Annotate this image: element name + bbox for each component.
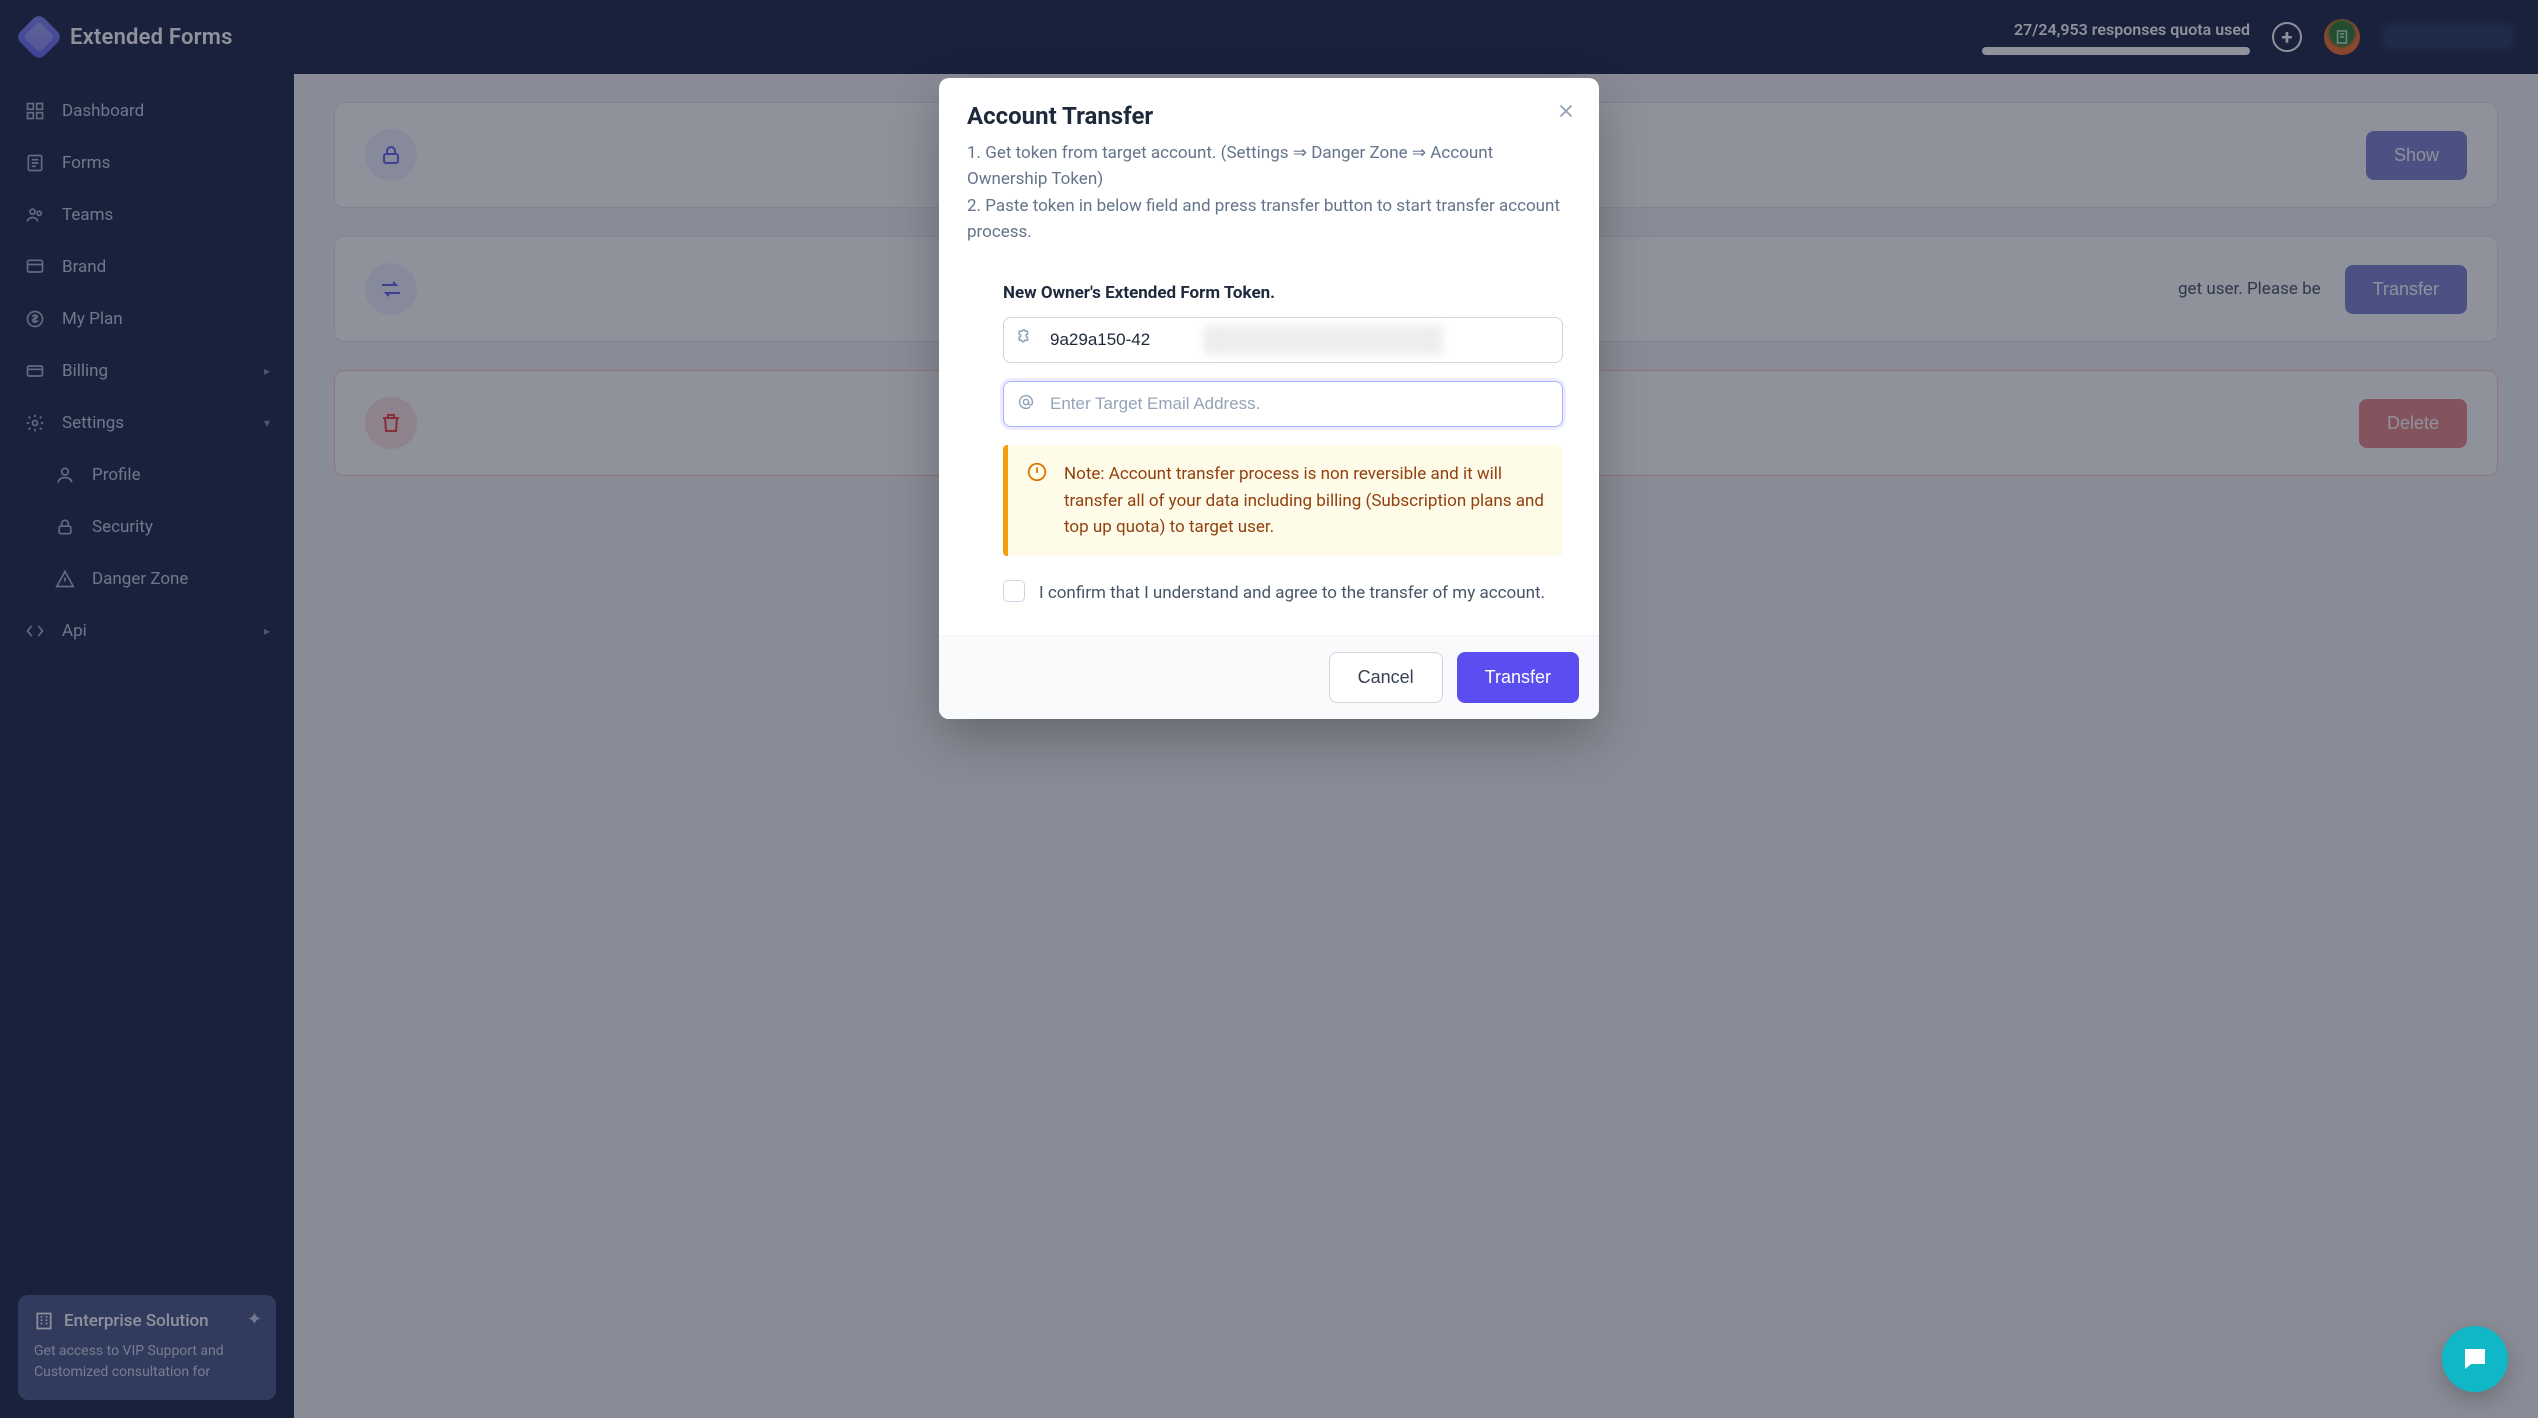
token-input[interactable] xyxy=(1003,317,1563,363)
token-field-label: New Owner's Extended Form Token. xyxy=(1003,283,1563,303)
modal-description: 1. Get token from target account. (Setti… xyxy=(967,140,1571,245)
at-icon xyxy=(1017,393,1035,415)
email-input-wrap xyxy=(1003,381,1563,427)
cancel-button[interactable]: Cancel xyxy=(1329,652,1443,703)
email-input[interactable] xyxy=(1003,381,1563,427)
close-icon[interactable] xyxy=(1555,100,1577,122)
app-root: Extended Forms Dashboard Forms Teams Bra… xyxy=(0,0,2538,1418)
modal-title: Account Transfer xyxy=(967,102,1571,130)
modal-header: Account Transfer 1. Get token from targe… xyxy=(939,78,1599,251)
note-text: Note: Account transfer process is non re… xyxy=(1064,461,1545,540)
warning-note: Note: Account transfer process is non re… xyxy=(1003,445,1563,556)
puzzle-icon xyxy=(1017,329,1035,351)
alert-icon xyxy=(1026,461,1048,483)
modal-footer: Cancel Transfer xyxy=(939,635,1599,719)
confirm-row: I confirm that I understand and agree to… xyxy=(1003,574,1563,626)
token-input-wrap xyxy=(1003,317,1563,363)
transfer-confirm-button[interactable]: Transfer xyxy=(1457,652,1579,703)
confirm-checkbox[interactable] xyxy=(1003,580,1025,602)
modal-body: New Owner's Extended Form Token. Note: A… xyxy=(939,251,1599,634)
chat-fab[interactable] xyxy=(2442,1326,2508,1392)
confirm-text: I confirm that I understand and agree to… xyxy=(1039,580,1545,606)
account-transfer-modal: Account Transfer 1. Get token from targe… xyxy=(939,78,1599,719)
